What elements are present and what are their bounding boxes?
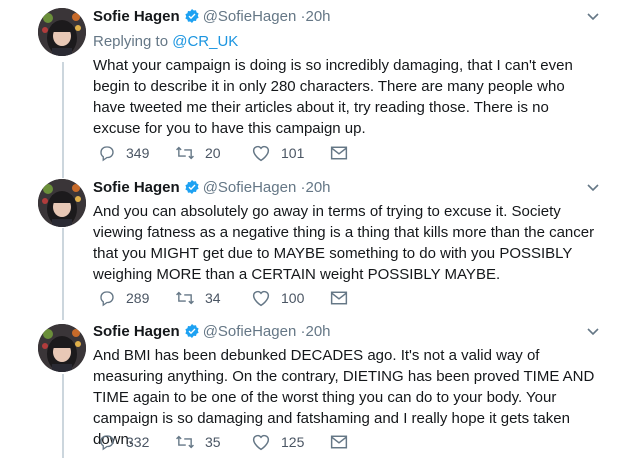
verified-badge-icon (185, 324, 199, 338)
timestamp[interactable]: 20h (305, 8, 330, 25)
direct-message-button[interactable] (330, 432, 358, 452)
retweet-icon (176, 435, 194, 449)
reply-icon (100, 435, 114, 451)
author-handle[interactable]: @SofieHagen (203, 179, 297, 196)
like-button[interactable]: 125 (251, 432, 304, 452)
reply-icon (100, 291, 114, 307)
timestamp[interactable]: 20h (305, 179, 330, 196)
author-name[interactable]: Sofie Hagen (93, 323, 180, 340)
chevron-down-icon[interactable] (586, 177, 600, 199)
chevron-down-icon[interactable] (586, 321, 600, 343)
reply-button[interactable]: 349 (98, 143, 149, 163)
tweet[interactable]: Sofie Hagen @SofieHagen ·20h And BMI has … (0, 318, 620, 458)
retweet-icon (176, 291, 194, 305)
heart-icon (252, 290, 270, 307)
envelope-icon (330, 435, 348, 449)
verified-badge-icon (185, 9, 199, 23)
like-button[interactable]: 101 (251, 143, 304, 163)
replying-to-label: Replying to (93, 33, 169, 50)
retweet-count: 20 (205, 145, 221, 161)
retweet-count: 34 (205, 290, 221, 306)
like-count: 100 (281, 290, 305, 306)
replying-to: Replying to @CR_UK (93, 31, 600, 53)
reply-icon (100, 146, 114, 162)
retweet-button[interactable]: 20 (175, 143, 221, 163)
timestamp[interactable]: 20h (305, 323, 330, 340)
chevron-down-icon[interactable] (586, 6, 600, 28)
author-name[interactable]: Sofie Hagen (93, 8, 180, 25)
reply-count: 349 (126, 145, 150, 161)
retweet-button[interactable]: 34 (175, 288, 221, 308)
author-handle[interactable]: @SofieHagen (203, 323, 297, 340)
like-count: 101 (281, 145, 305, 161)
tweet[interactable]: Sofie Hagen @SofieHagen ·20h Replying to … (0, 0, 620, 170)
avatar[interactable] (38, 324, 86, 372)
envelope-icon (330, 146, 348, 160)
direct-message-button[interactable] (330, 143, 358, 163)
reply-button[interactable]: 332 (98, 432, 149, 452)
author-handle[interactable]: @SofieHagen (203, 8, 297, 25)
tweet-text: What your campaign is doing is so incred… (93, 57, 573, 137)
replying-to-mention[interactable]: @CR_UK (172, 33, 238, 50)
heart-icon (252, 434, 270, 451)
tweet-text: And you can absolutely go away in terms … (93, 203, 595, 283)
heart-icon (252, 145, 270, 162)
like-count: 125 (281, 434, 305, 450)
retweet-count: 35 (205, 434, 221, 450)
direct-message-button[interactable] (330, 288, 358, 308)
retweet-icon (176, 146, 194, 160)
retweet-button[interactable]: 35 (175, 432, 221, 452)
envelope-icon (330, 291, 348, 305)
tweet[interactable]: Sofie Hagen @SofieHagen ·20h And you can … (0, 172, 620, 318)
reply-count: 332 (126, 434, 150, 450)
verified-badge-icon (185, 180, 199, 194)
avatar[interactable] (38, 179, 86, 227)
avatar[interactable] (38, 8, 86, 56)
reply-button[interactable]: 289 (98, 288, 149, 308)
author-name[interactable]: Sofie Hagen (93, 179, 180, 196)
like-button[interactable]: 100 (251, 288, 304, 308)
reply-count: 289 (126, 290, 150, 306)
